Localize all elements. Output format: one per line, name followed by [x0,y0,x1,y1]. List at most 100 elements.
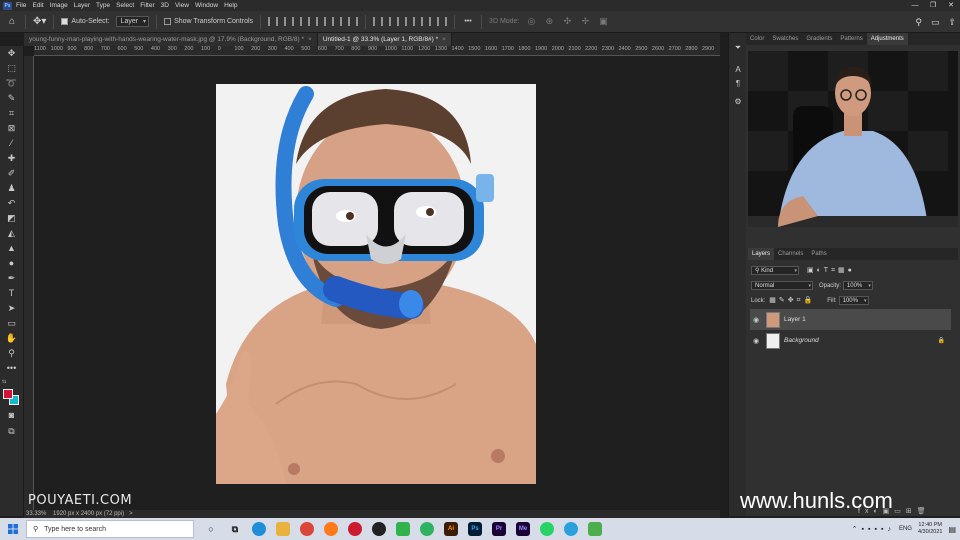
menu-filter[interactable]: Filter [140,2,154,9]
brush-tool-icon[interactable]: ✐ [5,168,18,179]
properties-panel-icon[interactable]: ⚙ [732,97,744,107]
menu-file[interactable]: File [16,2,26,9]
menu-select[interactable]: Select [116,2,134,9]
tab-swatches[interactable]: Swatches [768,33,802,45]
character-panel-icon[interactable]: A [732,65,744,75]
vertical-ruler[interactable] [24,56,34,510]
auto-select-dropdown[interactable]: Layer [115,16,150,27]
tab-adjustments[interactable]: Adjustments [866,33,908,45]
blur-tool-icon[interactable]: ▲ [5,243,18,254]
swap-colors-icon[interactable]: ⇆ [2,379,6,385]
distribute-center-icon[interactable] [389,17,400,26]
lock-options-icons[interactable]: ▦✎✥⌗🔒 [769,297,815,304]
layer-row[interactable]: ◉ Background 🔒 [750,330,951,351]
opacity-field[interactable]: 100% [842,281,873,290]
task-view-icon[interactable]: ⧉ [228,522,242,536]
tab-color[interactable]: Color [746,33,768,45]
crop-tool-icon[interactable]: ⌗ [5,108,18,119]
screen-mode-icon[interactable]: ⧉ [5,426,18,437]
paragraph-panel-icon[interactable]: ¶ [732,79,744,89]
align-middle-icon[interactable] [332,17,343,26]
menu-image[interactable]: Image [50,2,68,9]
home-icon[interactable]: ⌂ [6,15,18,28]
blend-mode-dropdown[interactable]: Normal [751,281,813,290]
close-tab-icon[interactable]: × [442,36,446,43]
tab-patterns[interactable]: Patterns [836,33,866,45]
frame-tool-icon[interactable]: ⊠ [5,123,18,134]
cortana-icon[interactable]: ○ [204,522,218,536]
lasso-tool-icon[interactable]: ➰ [5,78,18,89]
zoom-level[interactable]: 33.33% [26,511,46,517]
show-transform-controls-checkbox[interactable]: Show Transform Controls [164,15,253,28]
file-explorer-icon[interactable] [276,522,290,536]
tab-paths[interactable]: Paths [807,248,830,260]
healing-brush-tool-icon[interactable]: ✚ [5,153,18,164]
layer-filter-icons[interactable]: ▣◐T⌗▦● [807,267,855,274]
document-canvas[interactable] [216,84,536,484]
illustrator-icon[interactable]: Ai [444,522,458,536]
layer-name[interactable]: Background [784,337,819,344]
telegram-icon[interactable] [564,522,578,536]
align-top-icon[interactable] [316,17,327,26]
edit-toolbar-icon[interactable]: ••• [5,363,18,374]
menu-window[interactable]: Window [195,2,218,9]
search-icon[interactable]: ⚲ [915,17,922,28]
chrome-icon[interactable] [300,522,314,536]
layer-row[interactable]: ◉ Layer 1 [750,309,951,330]
paint-bucket-tool-icon[interactable]: ◭ [5,228,18,239]
notifications-icon[interactable]: ▤ [948,525,956,534]
tray-icons[interactable]: ⌃▪▪▪▪♪ [852,525,895,533]
quick-mask-icon[interactable]: ◙ [5,410,18,421]
menu-type[interactable]: Type [96,2,110,9]
share-icon[interactable]: ⇪ [948,17,956,28]
menu-layer[interactable]: Layer [74,2,90,9]
whatsapp-icon[interactable] [540,522,554,536]
tab-gradients[interactable]: Gradients [802,33,836,45]
tab-document-1[interactable]: young-funny-man-playing-with-hands-weari… [24,33,318,46]
hand-tool-icon[interactable]: ✋ [5,333,18,344]
distribute-spacing-icon[interactable] [421,17,432,26]
language-indicator[interactable]: ENG [899,526,912,532]
align-left-icon[interactable] [268,17,279,26]
marquee-tool-icon[interactable]: ⬚ [5,63,18,74]
move-tool-icon[interactable]: ✥ [5,48,18,59]
opera-icon[interactable] [348,522,362,536]
layer-filter-kind-dropdown[interactable]: ⚲ Kind [751,266,799,275]
edge-icon[interactable] [252,522,266,536]
close-tab-icon[interactable]: × [308,36,312,43]
eye-icon[interactable]: ◉ [750,316,762,324]
green-square-icon[interactable] [588,522,602,536]
tab-channels[interactable]: Channels [774,248,807,260]
taskbar-search-input[interactable]: ⚲ Type here to search [26,520,194,538]
eyedropper-tool-icon[interactable]: ⁄ [5,138,18,149]
status-arrow-icon[interactable]: > [129,511,133,517]
premiere-icon[interactable]: Pr [492,522,506,536]
auto-select-checkbox[interactable]: Auto-Select: [61,15,110,28]
menu-edit[interactable]: Edit [32,2,43,9]
workspace-icon[interactable]: ▭ [931,17,940,28]
align-center-icon[interactable] [284,17,295,26]
start-button[interactable] [0,518,26,540]
foreground-color-swatch[interactable] [3,389,13,399]
fill-field[interactable]: 100% [838,296,869,305]
minimize-icon[interactable]: — [906,0,924,11]
history-brush-tool-icon[interactable]: ↶ [5,198,18,209]
media-app-icon[interactable] [372,522,386,536]
menu-view[interactable]: View [175,2,189,9]
quick-selection-tool-icon[interactable]: ✎ [5,93,18,104]
type-tool-icon[interactable]: T [5,288,18,299]
pen-tool-icon[interactable]: ✒ [5,273,18,284]
horizontal-ruler[interactable]: 1100 1000 900 800 700 600 500 400 300 200 100 0 100 2… [34,46,720,56]
menu-3d[interactable]: 3D [161,2,169,9]
menu-help[interactable]: Help [224,2,237,9]
move-tool-preset-icon[interactable]: ✥▾ [33,15,46,28]
history-panel-icon[interactable]: ⏷ [732,43,744,53]
media-encoder-icon[interactable]: Me [516,522,530,536]
firefox-icon[interactable] [324,522,338,536]
clone-stamp-tool-icon[interactable]: ♟ [5,183,18,194]
tab-layers[interactable]: Layers [748,248,775,260]
distribute-left-icon[interactable] [373,17,384,26]
more-options-button[interactable]: ••• [462,15,474,28]
close-icon[interactable]: ✕ [942,0,960,11]
distribute-right-icon[interactable] [405,17,416,26]
